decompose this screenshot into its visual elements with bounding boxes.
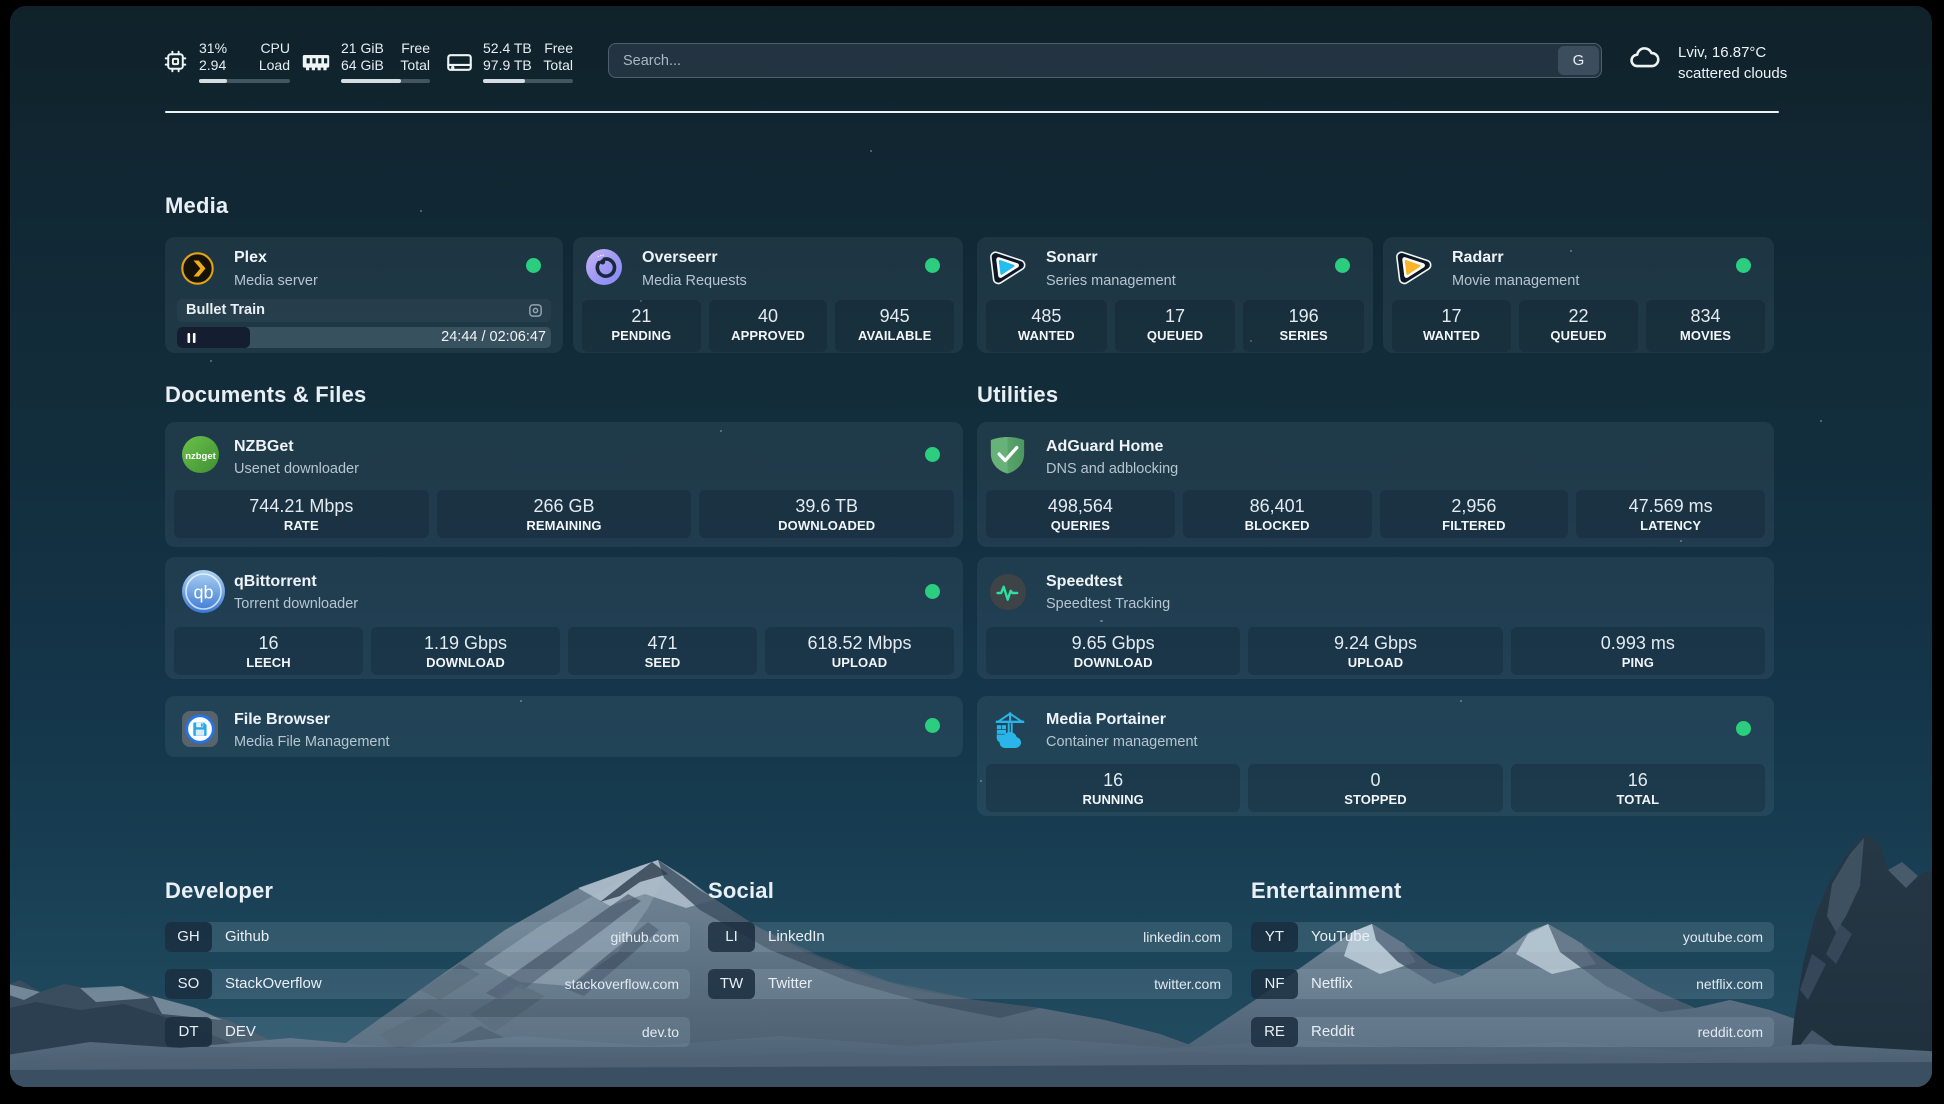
- svg-text:nzbget: nzbget: [185, 451, 216, 462]
- svg-text:qb: qb: [193, 583, 213, 603]
